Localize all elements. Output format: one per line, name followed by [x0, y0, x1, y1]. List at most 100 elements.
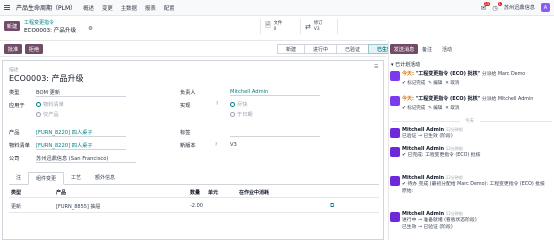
- effective-option-asap[interactable]: 尽快: [230, 101, 247, 108]
- col-product[interactable]: 产品: [56, 189, 66, 196]
- tab-operations[interactable]: 工艺: [64, 172, 88, 184]
- activity-assignee: 分派给 Marc Demo: [481, 72, 526, 77]
- cancel-activity-button[interactable]: ✕ 取消: [445, 81, 459, 86]
- docs-label: 文件: [273, 21, 283, 26]
- bom-label: 物料清单: [9, 143, 30, 149]
- applies-label: 应用于: [9, 103, 25, 109]
- breadcrumb-parent[interactable]: 工程变更指令: [24, 19, 54, 26]
- owner-field[interactable]: Mitchell Admin: [230, 89, 320, 96]
- message-time: 12分钟前: [445, 211, 463, 216]
- menu-configuration[interactable]: 配置: [164, 4, 175, 12]
- effective-option-date[interactable]: 于日期: [230, 111, 253, 118]
- new-version-field: V3: [230, 142, 237, 148]
- external-link-icon[interactable]: ⧉: [330, 202, 334, 210]
- type-field[interactable]: BOM 更新: [36, 89, 126, 97]
- tab-extra-info[interactable]: 额外信息: [88, 172, 122, 184]
- col-quantity[interactable]: 数量: [190, 189, 200, 196]
- message-body: ✔ 待办 完成 (最初分配给 Marc Demo): 工程变更指令 (ECO) …: [402, 182, 545, 187]
- message-author[interactable]: Mitchell Admin: [402, 175, 444, 181]
- col-consumed-in-operation[interactable]: 在作业中消耗: [239, 189, 269, 196]
- stage-validated[interactable]: 已验证: [336, 44, 370, 54]
- systray: ✉ 15 ◷ 1 苏州迅鼎信息 A: [481, 1, 550, 12]
- tags-label: 标签: [180, 130, 191, 136]
- mark-done-button[interactable]: ✔ 标记完成: [402, 81, 425, 86]
- radio-unselected: [230, 112, 235, 117]
- activity-title: "工程变更指令 (ECO) 批核": [415, 96, 481, 102]
- revision-smart-button[interactable]: ⇄ 修订 V3: [300, 19, 338, 34]
- log-note-button[interactable]: 备注: [422, 46, 432, 53]
- app-title[interactable]: 产品生命周期（PLM）: [16, 3, 76, 12]
- edit-activity-button[interactable]: ✎ 编辑: [428, 81, 442, 86]
- file-icon: 🗎: [265, 21, 271, 29]
- documents-smart-button[interactable]: 🗎 文件 0: [260, 19, 298, 34]
- help-icon: ?: [215, 142, 218, 147]
- stage-statusbar: 新建 进行中 已验证 已生效: [277, 44, 402, 54]
- menu-overview[interactable]: 概述: [83, 4, 94, 12]
- activity-item: 今天: "工程变更指令 (ECO) 批核" 分派给 Mitchell Admin: [402, 96, 552, 103]
- eco-title[interactable]: ECO0003: 产品升级: [9, 73, 84, 84]
- menu-master-data[interactable]: 主数据: [121, 4, 137, 12]
- company-field[interactable]: 苏州迅鼎信息 (San Francisco): [36, 155, 136, 163]
- message-item: Mitchell Admin 12分钟前 ✔ 待办 完成 (最初分配给 Marc…: [402, 175, 552, 195]
- approve-button[interactable]: 批准: [4, 44, 22, 54]
- date-separator: 今天: [465, 119, 474, 124]
- revision-label: 修订: [313, 21, 323, 26]
- planned-activities-header[interactable]: ▾ 已计划活动: [391, 61, 420, 68]
- avatar: [390, 96, 400, 106]
- product-field[interactable]: [FURN_8220] 四人桌子: [36, 129, 126, 137]
- owner-label: 负责人: [180, 90, 196, 96]
- stage-new[interactable]: 新建: [277, 44, 306, 54]
- applies-option-product[interactable]: 仅产品: [36, 111, 59, 118]
- applies-option-bom[interactable]: 物料清单: [36, 101, 64, 108]
- menu-reporting[interactable]: 报表: [145, 4, 156, 12]
- message-author[interactable]: Mitchell Admin: [402, 127, 444, 133]
- tab-component-changes[interactable]: 组件变更: [28, 172, 65, 185]
- stage-in-progress[interactable]: 进行中: [304, 44, 338, 54]
- activity-item: 今天: "工程变更指令 (ECO) 批核" 分派给 Marc Demo: [402, 71, 552, 78]
- tags-field[interactable]: [230, 136, 320, 137]
- company-label: 公司: [9, 156, 20, 162]
- bom-field[interactable]: [FURN_8220] 四人桌子: [36, 142, 126, 150]
- radio-unselected: [36, 112, 41, 117]
- apps-grid-icon[interactable]: [4, 4, 10, 11]
- more-info-icon[interactable]: ☰: [374, 64, 378, 70]
- planned-activities-label: 已计划活动: [395, 62, 421, 68]
- schedule-activity-button[interactable]: 活动: [442, 46, 452, 53]
- applies-option-bom-label: 物料清单: [43, 102, 64, 108]
- row-type: 更新: [11, 204, 22, 210]
- send-message-button[interactable]: 发送消息: [390, 44, 418, 54]
- company-switcher[interactable]: 苏州迅鼎信息: [504, 4, 535, 11]
- avatar: [390, 147, 400, 157]
- new-button[interactable]: 新建: [4, 21, 20, 31]
- tab-notes[interactable]: 注: [9, 172, 28, 184]
- activity-due: 今天:: [402, 71, 414, 77]
- activities-badge: 1: [497, 1, 502, 6]
- message-item: Mitchell Admin 12分钟前 ✔ 已完成: 工程变更指令 (ECO)…: [402, 146, 480, 159]
- table-divider: [9, 197, 379, 198]
- message-author[interactable]: Mitchell Admin: [402, 146, 444, 152]
- messages-icon[interactable]: ✉ 15: [481, 1, 491, 12]
- user-avatar[interactable]: A: [541, 3, 550, 12]
- revision-value: V3: [313, 26, 320, 32]
- message-author[interactable]: Mitchell Admin: [402, 211, 444, 217]
- message-body: 进行中 → 准备就绪 (看板状态阶段): [402, 218, 477, 223]
- radio-selected: [230, 102, 235, 107]
- gear-icon[interactable]: ⚙: [88, 26, 93, 32]
- activity-actions: ✔ 标记完成 ✎ 编辑 ✕ 取消: [402, 80, 459, 86]
- cancel-activity-button[interactable]: ✕ 取消: [445, 106, 459, 111]
- col-unit[interactable]: 单元: [208, 189, 218, 196]
- mark-done-button[interactable]: ✔ 标记完成: [402, 106, 425, 111]
- table-divider: [9, 212, 379, 213]
- reject-button[interactable]: 拒绝: [25, 44, 43, 54]
- message-time: 12分钟前: [445, 146, 463, 151]
- activities-icon[interactable]: ◷ 1: [492, 1, 502, 12]
- edit-activity-button[interactable]: ✎ 编辑: [428, 106, 442, 111]
- menu-changes[interactable]: 变更: [102, 4, 113, 12]
- avatar: [390, 176, 400, 186]
- date-separator-line: [480, 121, 552, 122]
- product-label: 产品: [9, 130, 20, 136]
- type-label: 类型: [9, 90, 20, 96]
- col-type[interactable]: 类型: [11, 189, 21, 196]
- activity-actions: ✔ 标记完成 ✎ 编辑 ✕ 取消: [402, 105, 459, 111]
- message-body: 已生效 → 已验证 (阶段): [402, 225, 453, 230]
